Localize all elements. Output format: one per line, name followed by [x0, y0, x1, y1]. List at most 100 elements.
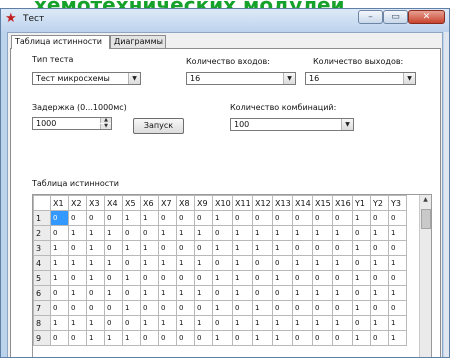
table-cell[interactable]: 1	[292, 255, 313, 271]
table-cell[interactable]: 1	[388, 315, 407, 331]
row-header[interactable]: 1	[33, 210, 51, 226]
row-header[interactable]: 6	[33, 285, 51, 301]
table-cell[interactable]: 1	[176, 225, 195, 241]
table-cell[interactable]: 1	[140, 285, 159, 301]
table-cell[interactable]: 0	[252, 255, 273, 271]
table-cell[interactable]: 1	[212, 270, 233, 286]
table-cell[interactable]: 1	[232, 225, 253, 241]
table-cell[interactable]: 1	[272, 270, 293, 286]
row-header[interactable]: 7	[33, 300, 51, 316]
table-cell[interactable]: 0	[50, 210, 69, 226]
table-cell[interactable]: 1	[332, 225, 353, 241]
table-cell[interactable]: 0	[332, 270, 353, 286]
table-cell[interactable]: 0	[158, 240, 177, 256]
column-header[interactable]: X7	[158, 195, 177, 211]
test-type-select[interactable]: Тест микросхемы ▼	[32, 72, 141, 85]
table-cell[interactable]: 0	[388, 210, 407, 226]
row-header[interactable]: 4	[33, 255, 51, 271]
table-cell[interactable]: 0	[332, 210, 353, 226]
table-cell[interactable]: 0	[272, 210, 293, 226]
table-cell[interactable]: 0	[194, 270, 213, 286]
table-cell[interactable]: 1	[194, 315, 213, 331]
table-cell[interactable]: 0	[388, 270, 407, 286]
table-cell[interactable]: 1	[68, 255, 87, 271]
column-header[interactable]: Y1	[352, 195, 371, 211]
table-cell[interactable]: 0	[312, 300, 333, 316]
column-header[interactable]: X9	[194, 195, 213, 211]
column-header[interactable]: X14	[292, 195, 313, 211]
table-cell[interactable]: 1	[292, 315, 313, 331]
table-cell[interactable]: 0	[158, 330, 177, 346]
table-cell[interactable]: 1	[352, 270, 371, 286]
table-cell[interactable]: 0	[252, 270, 273, 286]
table-cell[interactable]: 0	[212, 225, 233, 241]
table-cell[interactable]: 1	[272, 315, 293, 331]
table-cell[interactable]: 0	[232, 300, 253, 316]
table-cell[interactable]: 1	[86, 255, 105, 271]
table-cell[interactable]: 0	[272, 300, 293, 316]
start-button[interactable]: Запуск	[133, 118, 184, 134]
table-cell[interactable]: 1	[312, 225, 333, 241]
table-cell[interactable]: 0	[194, 300, 213, 316]
table-cell[interactable]: 1	[272, 240, 293, 256]
table-scrollbar[interactable]: ▲	[419, 195, 431, 357]
table-cell[interactable]: 0	[50, 225, 69, 241]
table-cell[interactable]: 0	[292, 300, 313, 316]
table-cell[interactable]: 1	[140, 255, 159, 271]
table-cell[interactable]: 0	[352, 285, 371, 301]
table-cell[interactable]: 0	[312, 270, 333, 286]
column-header[interactable]: X2	[68, 195, 87, 211]
column-header[interactable]: X1	[50, 195, 69, 211]
table-cell[interactable]: 0	[176, 270, 195, 286]
column-header[interactable]: X3	[86, 195, 105, 211]
table-cell[interactable]: 1	[104, 285, 123, 301]
table-cell[interactable]: 1	[68, 285, 87, 301]
table-cell[interactable]: 1	[86, 225, 105, 241]
table-cell[interactable]: 1	[232, 270, 253, 286]
table-cell[interactable]: 1	[140, 315, 159, 331]
table-cell[interactable]: 0	[332, 240, 353, 256]
table-cell[interactable]: 1	[292, 225, 313, 241]
table-cell[interactable]: 1	[212, 300, 233, 316]
table-cell[interactable]: 1	[50, 270, 69, 286]
tab-truth-table[interactable]: Таблица истинности	[11, 35, 110, 49]
column-header[interactable]: X10	[212, 195, 233, 211]
table-cell[interactable]: 0	[388, 300, 407, 316]
table-cell[interactable]: 0	[370, 210, 389, 226]
table-cell[interactable]: 0	[352, 225, 371, 241]
chevron-down-icon[interactable]: ▼	[403, 73, 415, 84]
column-header[interactable]: X6	[140, 195, 159, 211]
table-cell[interactable]: 1	[370, 255, 389, 271]
table-cell[interactable]: 0	[212, 285, 233, 301]
table-cell[interactable]: 1	[104, 330, 123, 346]
table-cell[interactable]: 0	[272, 255, 293, 271]
spin-down-icon[interactable]: ▼	[100, 124, 111, 129]
table-cell[interactable]: 1	[252, 300, 273, 316]
table-cell[interactable]: 1	[158, 285, 177, 301]
table-cell[interactable]: 0	[68, 330, 87, 346]
table-cell[interactable]: 1	[212, 330, 233, 346]
table-cell[interactable]: 0	[312, 210, 333, 226]
table-cell[interactable]: 0	[292, 240, 313, 256]
table-cell[interactable]: 0	[68, 210, 87, 226]
table-cell[interactable]: 0	[352, 315, 371, 331]
table-cell[interactable]: 1	[252, 240, 273, 256]
row-header[interactable]: 2	[33, 225, 51, 241]
column-header[interactable]: X12	[252, 195, 273, 211]
table-cell[interactable]: 0	[122, 225, 141, 241]
column-header[interactable]: X13	[272, 195, 293, 211]
table-cell[interactable]: 0	[104, 210, 123, 226]
table-cell[interactable]: 1	[122, 210, 141, 226]
table-cell[interactable]: 0	[86, 285, 105, 301]
table-cell[interactable]: 1	[272, 330, 293, 346]
close-button[interactable]: ✕	[408, 10, 445, 24]
table-cell[interactable]: 1	[50, 255, 69, 271]
title-bar[interactable]: ★ Тест – ▭ ✕	[1, 9, 449, 31]
table-cell[interactable]: 1	[176, 255, 195, 271]
table-cell[interactable]: 1	[352, 330, 371, 346]
table-cell[interactable]: 1	[104, 255, 123, 271]
table-cell[interactable]: 0	[292, 210, 313, 226]
table-cell[interactable]: 0	[212, 255, 233, 271]
row-header[interactable]: 3	[33, 240, 51, 256]
table-cell[interactable]: 0	[388, 240, 407, 256]
